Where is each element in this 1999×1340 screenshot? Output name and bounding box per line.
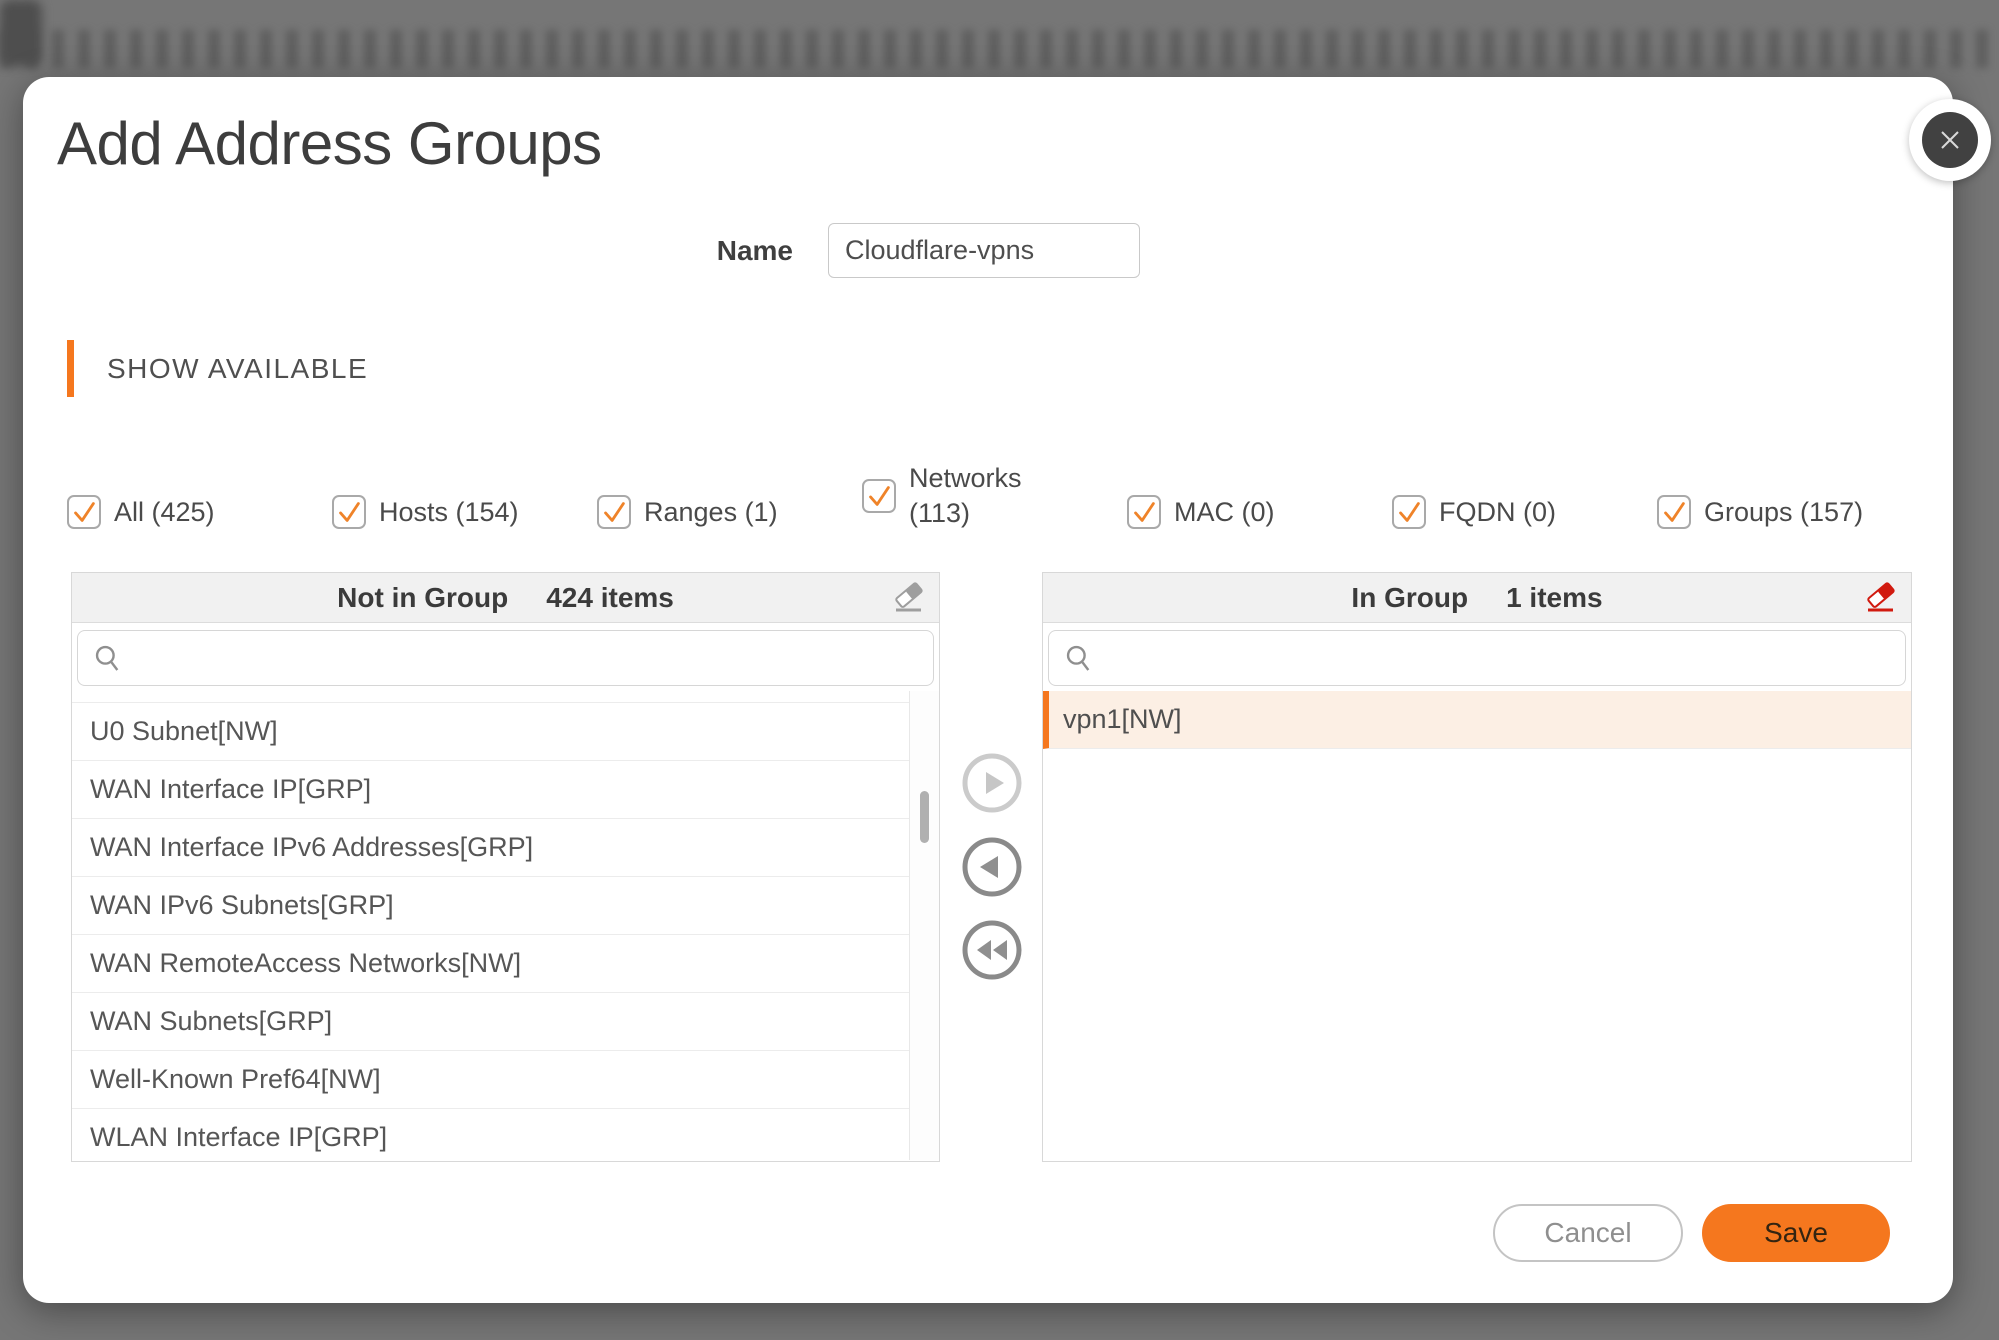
not-in-group-panel: Not in Group 424 items U: [71, 572, 940, 1162]
filter-row: All (425) Hosts (154) Ranges (1): [67, 477, 1927, 547]
filter-checkbox-item[interactable]: MAC (0): [1127, 495, 1392, 530]
section-accent-bar: [67, 340, 74, 397]
checkbox-checked-icon[interactable]: [1657, 495, 1691, 529]
panel-title: Not in Group: [337, 582, 508, 614]
in-group-header: In Group 1 items: [1043, 573, 1911, 623]
filter-label: Networks (113): [909, 461, 1022, 531]
list-item[interactable]: WAN Interface IP[GRP]: [72, 761, 909, 819]
checkbox-checked-icon[interactable]: [332, 495, 366, 529]
clear-left-selection-eraser-icon[interactable]: [891, 581, 925, 615]
filter-checkbox-item[interactable]: Networks (113): [862, 461, 1127, 531]
left-list-scrollbar-track[interactable]: [909, 691, 939, 1160]
name-label: Name: [643, 235, 793, 267]
checkbox-checked-icon[interactable]: [67, 495, 101, 529]
move-right-button[interactable]: [961, 752, 1023, 814]
list-item[interactable]: WLAN Interface IP[GRP]: [72, 1109, 909, 1160]
left-list-scrollbar-thumb[interactable]: [920, 791, 929, 843]
filter-checkbox-item[interactable]: Hosts (154): [332, 495, 597, 530]
close-button[interactable]: [1909, 99, 1991, 181]
filter-label: All (425): [114, 495, 215, 530]
cancel-button[interactable]: Cancel: [1493, 1204, 1683, 1262]
list-item[interactable]: WAN Interface IPv6 Addresses[GRP]: [72, 819, 909, 877]
in-group-list: vpn1[NW]: [1043, 691, 1911, 1160]
panel-count: 1 items: [1506, 582, 1603, 614]
checkbox-checked-icon[interactable]: [597, 495, 631, 529]
filter-label: Hosts (154): [379, 495, 519, 530]
name-input[interactable]: [828, 223, 1140, 278]
search-icon: [1063, 642, 1095, 674]
move-all-left-button[interactable]: [961, 919, 1023, 981]
list-item[interactable]: WAN Subnets[GRP]: [72, 993, 909, 1051]
section-title: SHOW AVAILABLE: [107, 353, 368, 385]
left-search-box: [77, 630, 934, 686]
partial-row: [72, 691, 909, 703]
background-blur-band: [0, 30, 1999, 68]
filter-checkbox-item[interactable]: Groups (157): [1657, 495, 1922, 530]
not-in-group-list: U0 Subnet[NW] WAN Interface IP[GRP] WAN …: [72, 691, 939, 1160]
show-available-section: SHOW AVAILABLE: [67, 340, 368, 397]
list-item[interactable]: U0 Subnet[NW]: [72, 703, 909, 761]
left-search-input[interactable]: [124, 631, 933, 685]
clear-right-selection-eraser-icon[interactable]: [1863, 581, 1897, 615]
list-item[interactable]: WAN RemoteAccess Networks[NW]: [72, 935, 909, 993]
move-left-button[interactable]: [961, 836, 1023, 898]
dialog-title: Add Address Groups: [57, 109, 602, 178]
filter-label: FQDN (0): [1439, 495, 1556, 530]
close-icon: [1922, 112, 1978, 168]
filter-checkbox-item[interactable]: All (425): [67, 495, 332, 530]
background-blur-blob: [0, 0, 42, 66]
search-icon: [92, 642, 124, 674]
add-address-groups-dialog: Add Address Groups Name SHOW AVAILABLE A…: [23, 77, 1953, 1303]
filter-label: Ranges (1): [644, 495, 778, 530]
filter-checkbox-item[interactable]: Ranges (1): [597, 495, 862, 530]
filter-label: MAC (0): [1174, 495, 1275, 530]
right-search-box: [1048, 630, 1906, 686]
filter-label: Groups (157): [1704, 495, 1863, 530]
panel-count: 424 items: [546, 582, 674, 614]
save-button[interactable]: Save: [1702, 1204, 1890, 1262]
selected-list-item[interactable]: vpn1[NW]: [1043, 691, 1911, 749]
panel-title: In Group: [1351, 582, 1468, 614]
list-item[interactable]: Well-Known Pref64[NW]: [72, 1051, 909, 1109]
not-in-group-header: Not in Group 424 items: [72, 573, 939, 623]
list-item[interactable]: WAN IPv6 Subnets[GRP]: [72, 877, 909, 935]
right-search-input[interactable]: [1095, 631, 1905, 685]
checkbox-checked-icon[interactable]: [1392, 495, 1426, 529]
checkbox-checked-icon[interactable]: [862, 479, 896, 513]
filter-checkbox-item[interactable]: FQDN (0): [1392, 495, 1657, 530]
in-group-panel: In Group 1 items vpn1[NW]: [1042, 572, 1912, 1162]
checkbox-checked-icon[interactable]: [1127, 495, 1161, 529]
